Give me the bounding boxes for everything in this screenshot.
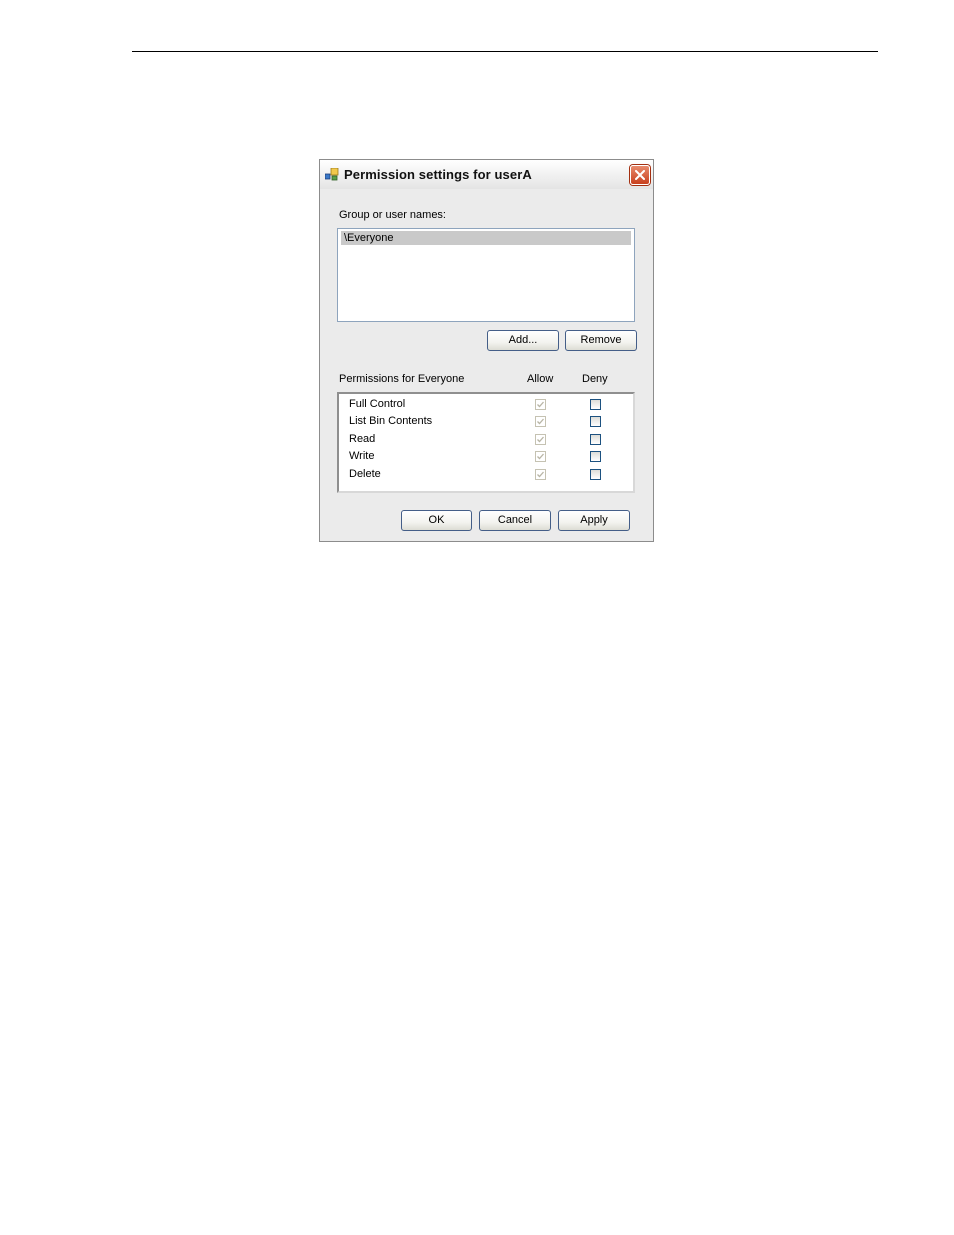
- user-listbox[interactable]: \Everyone: [337, 228, 635, 322]
- close-icon: [635, 170, 645, 180]
- checkmark-icon: [537, 471, 544, 478]
- cancel-button[interactable]: Cancel: [479, 510, 551, 531]
- permission-name: Full Control: [349, 398, 406, 410]
- allow-delete-checkbox[interactable]: [535, 469, 546, 480]
- allow-full-control-checkbox[interactable]: [535, 399, 546, 410]
- group-or-user-names-label: Group or user names:: [339, 209, 446, 221]
- checkmark-icon: [537, 418, 544, 425]
- deny-list-bin-contents-checkbox[interactable]: [590, 416, 601, 427]
- allow-column-header: Allow: [527, 373, 554, 385]
- dialog-title: Permission settings for userA: [344, 167, 532, 182]
- close-button[interactable]: [630, 165, 650, 185]
- permission-name: Write: [349, 450, 375, 462]
- list-item-everyone[interactable]: \Everyone: [341, 231, 631, 245]
- deny-write-checkbox[interactable]: [590, 451, 601, 462]
- permission-name: List Bin Contents: [349, 415, 433, 427]
- permission-row-full-control: Full Control: [339, 397, 633, 414]
- checkmark-icon: [537, 453, 544, 460]
- allow-write-checkbox[interactable]: [535, 451, 546, 462]
- permission-row-delete: Delete: [339, 467, 633, 484]
- title-bar[interactable]: Permission settings for userA: [320, 160, 653, 190]
- deny-full-control-checkbox[interactable]: [590, 399, 601, 410]
- page-header-rule: [132, 51, 878, 52]
- allow-read-checkbox[interactable]: [535, 434, 546, 445]
- permission-name: Delete: [349, 468, 381, 480]
- allow-list-bin-contents-checkbox[interactable]: [535, 416, 546, 427]
- ok-button[interactable]: OK: [401, 510, 472, 531]
- dialog-client-area: Group or user names: \Everyone Add... Re…: [320, 189, 653, 541]
- permission-settings-dialog: Permission settings for userA Group or u…: [319, 159, 654, 542]
- permissions-for-label: Permissions for Everyone: [339, 373, 465, 385]
- checkmark-icon: [537, 401, 544, 408]
- deny-column-header: Deny: [582, 373, 608, 385]
- deny-delete-checkbox[interactable]: [590, 469, 601, 480]
- permission-row-write: Write: [339, 449, 633, 466]
- permission-row-read: Read: [339, 432, 633, 449]
- checkmark-icon: [537, 436, 544, 443]
- remove-button[interactable]: Remove: [565, 330, 637, 351]
- add-button[interactable]: Add...: [487, 330, 559, 351]
- permissions-list: Full Control List Bin Contents Read Writ…: [337, 392, 635, 493]
- permission-name: Read: [349, 433, 376, 445]
- permissions-app-icon: [324, 167, 339, 181]
- apply-button[interactable]: Apply: [558, 510, 630, 531]
- deny-read-checkbox[interactable]: [590, 434, 601, 445]
- permission-row-list-bin-contents: List Bin Contents: [339, 414, 633, 431]
